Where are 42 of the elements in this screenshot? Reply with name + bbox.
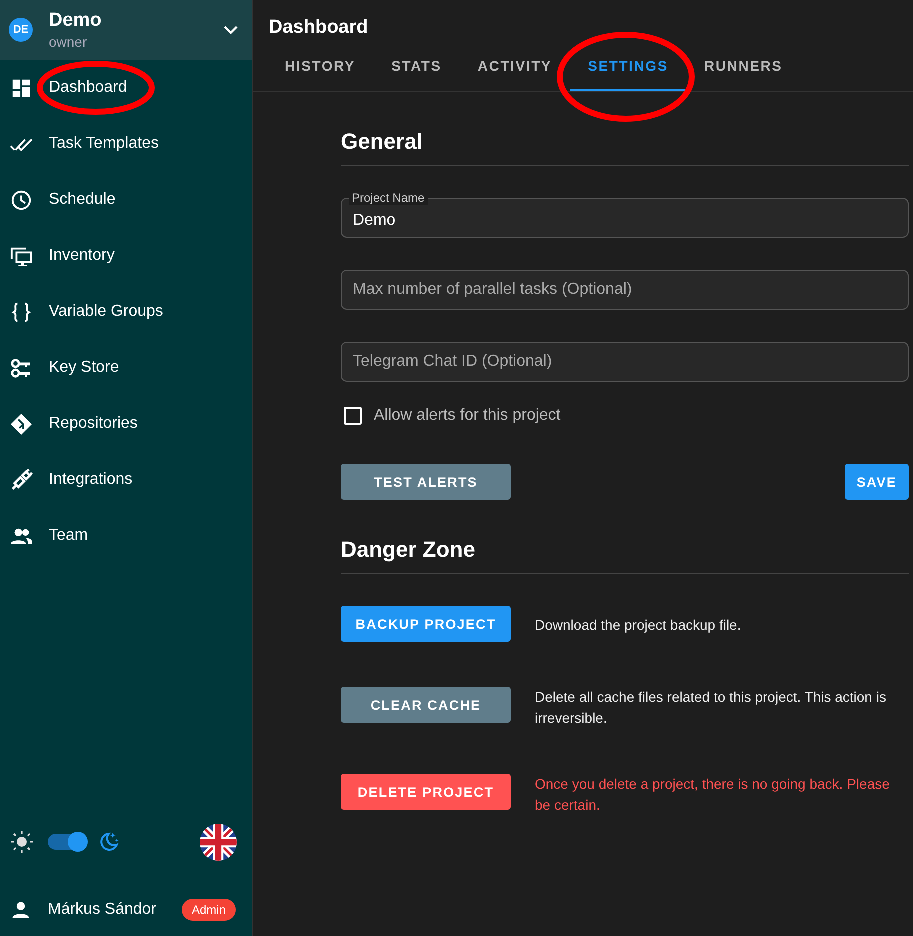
plug-icon: [10, 468, 33, 492]
page-title: Dashboard: [268, 16, 370, 40]
project-avatar: DE: [9, 18, 33, 42]
checkbox[interactable]: [344, 407, 362, 425]
sidebar-item[interactable]: Integrations: [0, 452, 252, 508]
theme-switch[interactable]: [48, 834, 86, 850]
clock-icon: [10, 188, 33, 212]
chevron-down-icon: [224, 26, 238, 34]
tab[interactable]: RUNNERS: [686, 43, 801, 91]
action-description: Delete all cache files related to this project. This action is irreversible.: [535, 688, 888, 728]
tab[interactable]: HISTORY: [267, 43, 374, 91]
user-name: Márkus Sándor: [48, 901, 156, 919]
action-description: Download the project backup file.: [535, 616, 742, 635]
action-description: Once you delete a project, there is no going back. Please be certain.: [535, 775, 891, 815]
sidebar-item[interactable]: Variable Groups: [0, 284, 252, 340]
project-role: owner: [49, 34, 88, 50]
checkbox-label: Allow alerts for this project: [374, 407, 561, 425]
input-field[interactable]: Max number of parallel tasks (Optional): [341, 270, 909, 310]
project-selector[interactable]: DE Demo owner: [0, 0, 252, 60]
sidebar-item[interactable]: Task Templates: [0, 116, 252, 172]
section-title: General: [341, 129, 909, 166]
tab[interactable]: STATS: [374, 43, 460, 91]
sidebar-item[interactable]: Schedule: [0, 172, 252, 228]
sidebar-item[interactable]: Repositories: [0, 396, 252, 452]
person-icon: [10, 899, 32, 921]
sidebar-item[interactable]: Team: [0, 508, 252, 564]
sun-icon: [10, 830, 34, 854]
sidebar-item[interactable]: Key Store: [0, 340, 252, 396]
input-field[interactable]: Telegram Chat ID (Optional): [341, 342, 909, 382]
flag-icon[interactable]: [200, 824, 237, 860]
project-name: Demo: [49, 10, 103, 32]
section-title: Danger Zone: [341, 537, 909, 574]
action-button[interactable]: CLEAR CACHE: [341, 687, 511, 723]
action-button[interactable]: TEST ALERTS: [341, 464, 511, 500]
diamond-icon: [10, 412, 33, 436]
key-icon: [10, 356, 33, 380]
braces-icon: [10, 300, 33, 324]
role-badge: Admin: [182, 899, 236, 921]
sidebar-item[interactable]: Dashboard: [0, 60, 252, 116]
field-label: Project Name: [349, 191, 428, 205]
tab[interactable]: ACTIVITY: [460, 43, 570, 91]
sidebar-item[interactable]: Inventory: [0, 228, 252, 284]
